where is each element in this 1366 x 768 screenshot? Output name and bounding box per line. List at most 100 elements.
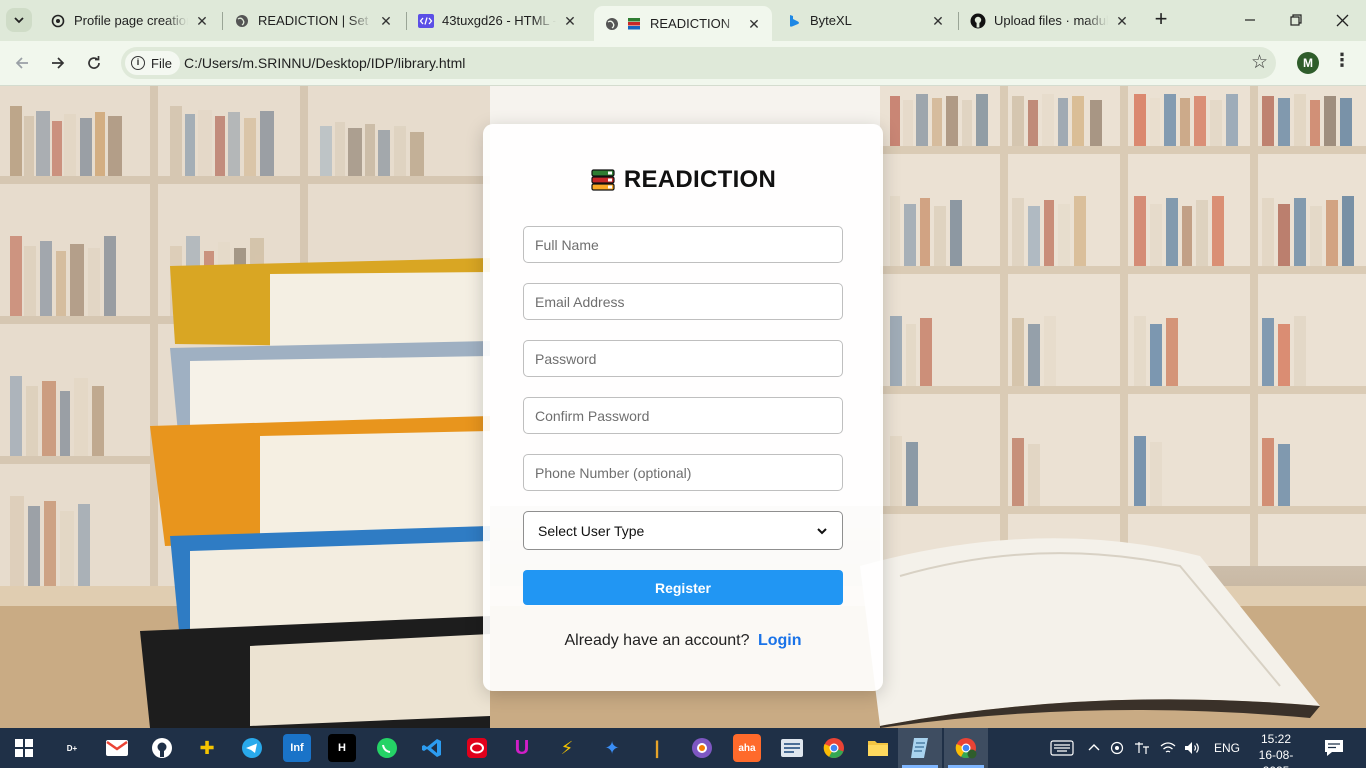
tab-title: READICTION | Set <box>258 13 369 28</box>
browser-icon[interactable] <box>688 734 716 762</box>
open-book-illustration <box>860 538 1320 728</box>
close-icon[interactable]: ✕ <box>562 13 578 29</box>
password-input[interactable] <box>523 340 843 377</box>
close-icon[interactable]: ✕ <box>194 13 210 29</box>
close-icon[interactable]: ✕ <box>1114 13 1130 29</box>
arrow-left-icon <box>15 57 28 69</box>
app-icon[interactable] <box>778 734 806 762</box>
email-input[interactable] <box>523 283 843 320</box>
opera-icon[interactable] <box>463 734 491 762</box>
restore-button[interactable] <box>1276 6 1316 34</box>
login-link[interactable]: Login <box>758 632 802 649</box>
confirm-password-input[interactable] <box>523 397 843 434</box>
restore-icon <box>1290 14 1302 26</box>
notepad-icon[interactable] <box>906 734 934 762</box>
chrome-icon[interactable] <box>820 734 848 762</box>
window-close-button[interactable] <box>1322 6 1362 34</box>
gmail-icon[interactable] <box>103 734 131 762</box>
tab-separator <box>222 12 223 30</box>
aha-icon[interactable]: aha <box>733 734 761 762</box>
location-icon[interactable] <box>1110 741 1124 755</box>
tab-search-button[interactable] <box>6 8 32 32</box>
close-icon[interactable]: ✕ <box>746 16 762 32</box>
tab-github-upload[interactable]: Upload files · madub ✕ <box>960 6 1140 35</box>
telegram-icon[interactable] <box>238 734 266 762</box>
phone-input[interactable] <box>523 454 843 491</box>
minimize-button[interactable] <box>1230 6 1270 34</box>
chevron-down-icon <box>14 17 24 24</box>
registration-card: READICTION Select User Type Register Alr… <box>483 124 883 691</box>
input-method-icon[interactable] <box>1134 741 1150 755</box>
scheme-label: File <box>151 55 172 71</box>
github-icon[interactable] <box>148 734 176 762</box>
taskbar-clock[interactable]: 15:22 16-08-2025 <box>1246 731 1306 768</box>
code-editor-icon <box>418 13 434 29</box>
browser-toolbar: i File C:/Users/m.SRINNU/Desktop/IDP/lib… <box>0 41 1366 86</box>
chevron-down-icon <box>817 527 827 534</box>
brand-name: READICTION <box>623 166 777 193</box>
system-tray: ENG <box>1050 728 1240 768</box>
windows-taskbar: D+ ✚ Inf H U ⚡ ✦ | aha ENG 15:22 16-08- <box>0 728 1366 768</box>
tab-readiction-set[interactable]: READICTION | Set ✕ <box>224 6 404 35</box>
tab-html-editor[interactable]: 43tuxgd26 - HTML - C ✕ <box>408 6 588 35</box>
app-icon[interactable]: | <box>643 734 671 762</box>
close-icon[interactable]: ✕ <box>378 13 394 29</box>
close-icon <box>1336 14 1348 26</box>
globe-icon <box>234 13 250 29</box>
tab-title: Upload files · madub <box>994 13 1108 28</box>
bookmark-star-icon[interactable]: ☆ <box>1251 51 1268 74</box>
windows-start-icon[interactable] <box>10 734 38 762</box>
whatsapp-icon[interactable] <box>373 734 401 762</box>
chatgpt-icon <box>50 13 66 29</box>
wifi-icon[interactable] <box>1160 741 1176 755</box>
reload-icon <box>88 56 100 69</box>
reload-button[interactable] <box>80 49 108 77</box>
back-button[interactable] <box>8 49 36 77</box>
tab-title: ByteXL <box>810 13 852 28</box>
brand-header: READICTION <box>483 166 883 194</box>
books-icon <box>591 169 615 191</box>
volume-icon[interactable] <box>1184 741 1200 755</box>
login-prompt-text: Already have an account? <box>564 632 750 649</box>
globe-icon <box>604 16 620 32</box>
address-bar[interactable]: i File C:/Users/m.SRINNU/Desktop/IDP/lib… <box>121 47 1276 79</box>
app-icon[interactable]: ✚ <box>193 734 221 762</box>
register-button[interactable]: Register <box>523 570 843 605</box>
notification-center-icon[interactable] <box>1320 734 1348 762</box>
full-name-input[interactable] <box>523 226 843 263</box>
tab-profile-page-creation[interactable]: Profile page creation ✕ <box>40 6 220 35</box>
tab-strip: Profile page creation ✕ READICTION | Set… <box>0 0 1366 41</box>
site-info-chip[interactable]: i File <box>125 51 180 75</box>
app-icon[interactable]: ✦ <box>598 734 626 762</box>
tab-title: READICTION <box>650 16 731 31</box>
close-icon[interactable]: ✕ <box>930 13 946 29</box>
clock-date: 16-08-2025 <box>1258 748 1294 768</box>
language-indicator[interactable]: ENG <box>1214 741 1240 755</box>
forward-button[interactable] <box>44 49 72 77</box>
menu-dots-icon[interactable]: ⋮ <box>1333 50 1351 71</box>
login-prompt-row: Already have an account? Login <box>483 632 883 650</box>
chrome-profile-icon[interactable] <box>952 734 980 762</box>
udemy-icon[interactable]: U <box>508 734 536 762</box>
user-type-select[interactable]: Select User Type <box>523 511 843 550</box>
disney-hotstar-icon[interactable]: D+ <box>58 734 86 762</box>
tab-title: 43tuxgd26 - HTML - C <box>442 13 556 28</box>
file-explorer-icon[interactable] <box>864 734 892 762</box>
book-stack-illustration <box>140 258 490 728</box>
chevron-up-icon[interactable] <box>1088 742 1100 754</box>
bytexl-icon <box>786 13 802 29</box>
keyboard-icon[interactable] <box>1050 740 1074 756</box>
app-icon[interactable]: ⚡ <box>553 734 581 762</box>
minimize-icon <box>1245 19 1255 21</box>
tab-bytexl[interactable]: ByteXL ✕ <box>776 6 956 35</box>
books-icon <box>626 16 642 32</box>
infosys-icon[interactable]: Inf <box>283 734 311 762</box>
profile-avatar[interactable]: M <box>1297 52 1319 74</box>
vscode-icon[interactable] <box>418 734 446 762</box>
hackerrank-icon[interactable]: H <box>328 734 356 762</box>
tab-readiction-active[interactable]: READICTION ✕ <box>594 6 772 41</box>
new-tab-button[interactable]: + <box>1150 8 1172 31</box>
clock-time: 15:22 <box>1260 732 1292 746</box>
url-text[interactable]: C:/Users/m.SRINNU/Desktop/IDP/library.ht… <box>184 55 465 71</box>
tab-title: Profile page creation <box>74 13 188 28</box>
